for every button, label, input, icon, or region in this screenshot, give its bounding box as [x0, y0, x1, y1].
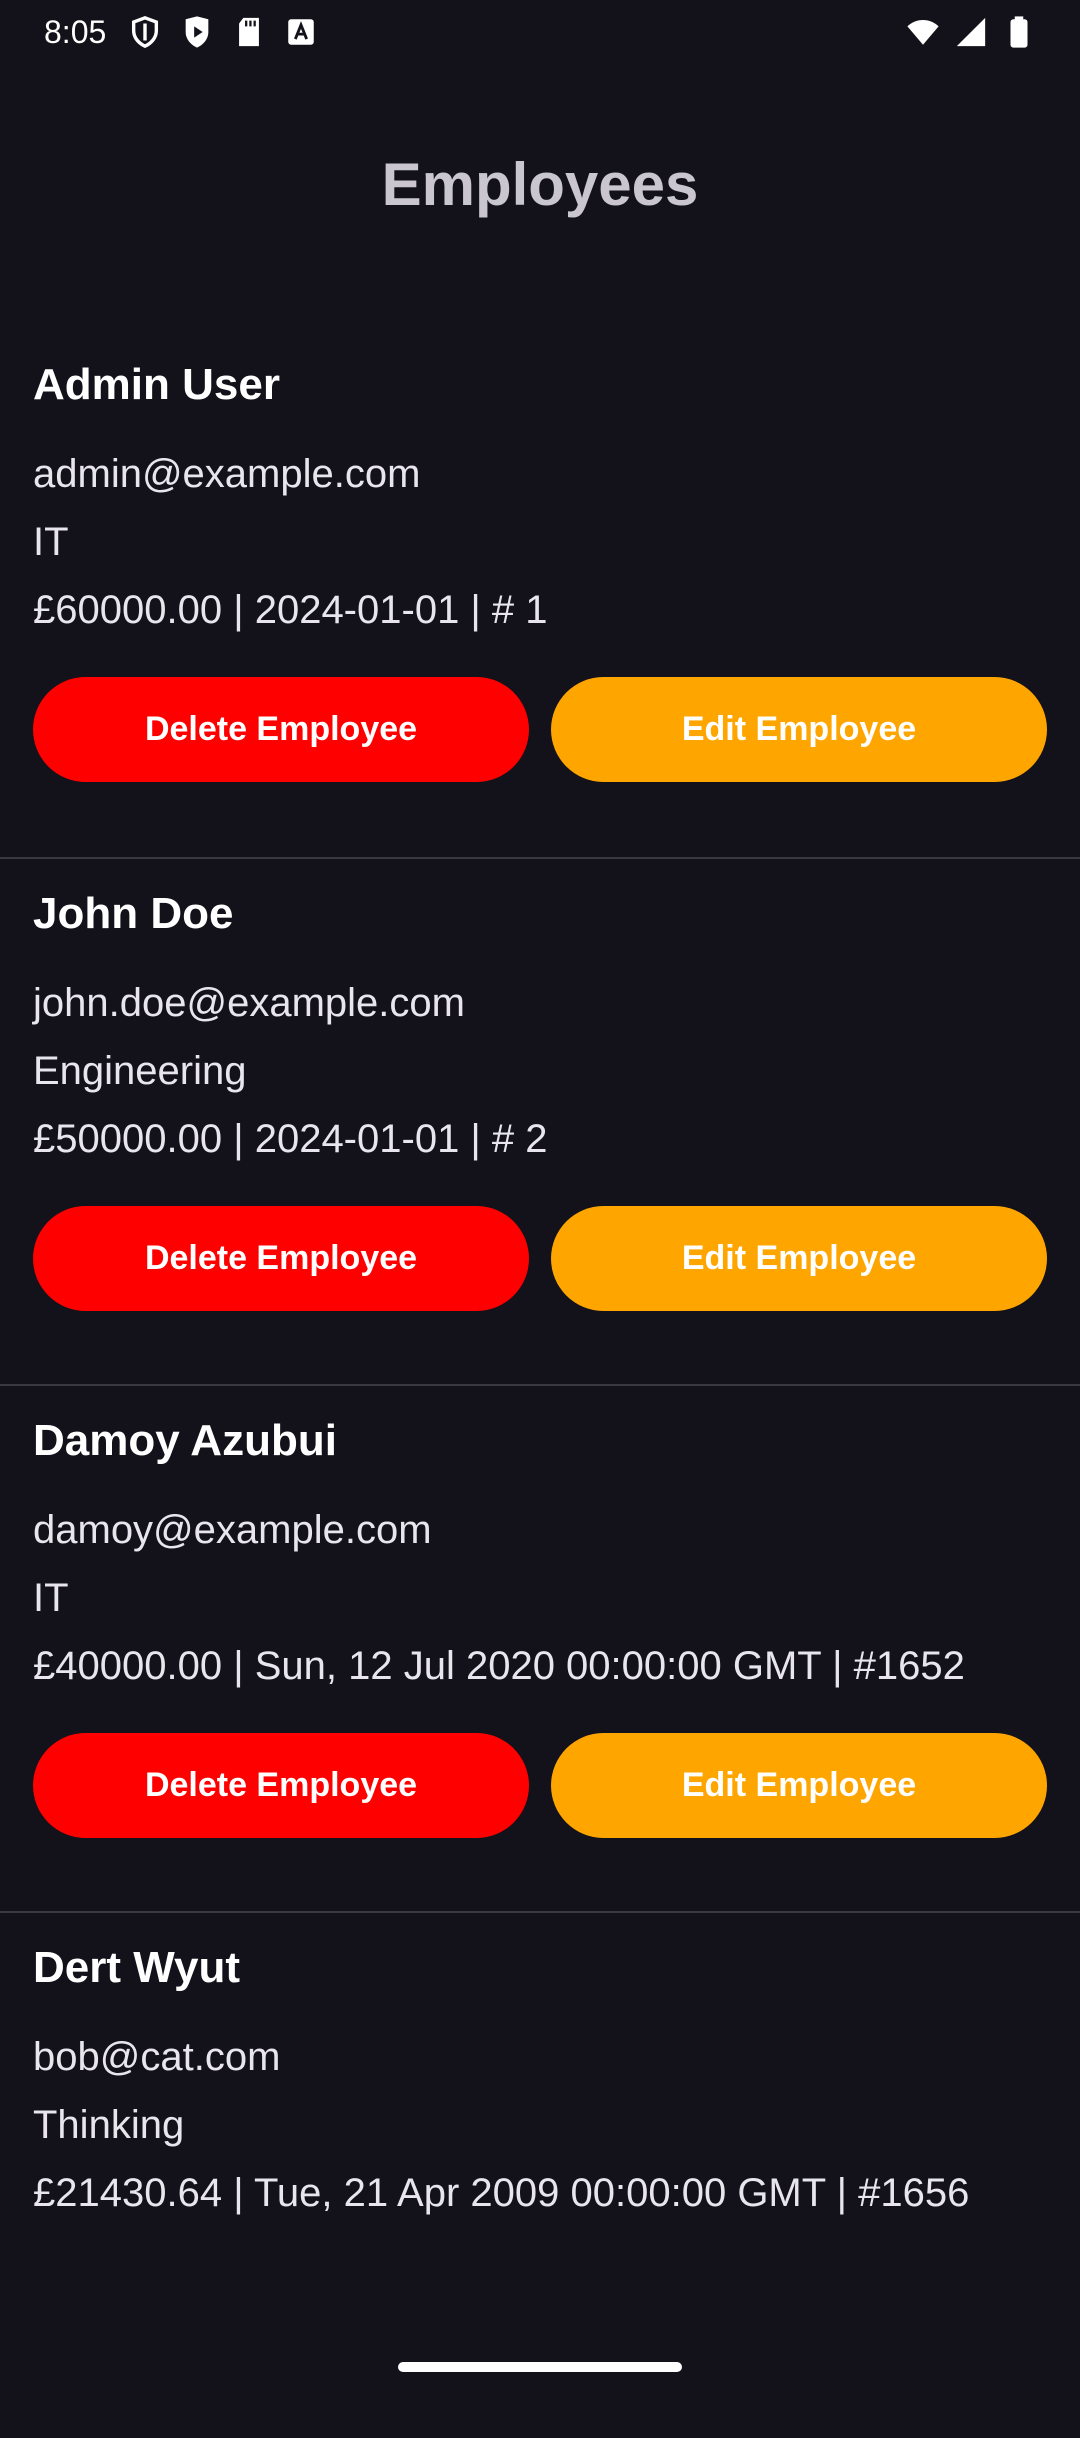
employee-email: damoy@example.com: [33, 1508, 432, 1552]
shield-icon: [128, 15, 162, 49]
status-bar: 8:05: [0, 0, 1080, 64]
employee-email: bob@cat.com: [33, 2035, 281, 2079]
employee-email: admin@example.com: [33, 452, 421, 496]
keyboard-a-icon: [284, 15, 318, 49]
employee-department: IT: [33, 520, 69, 564]
employee-list: Admin User admin@example.com IT £60000.0…: [0, 330, 1080, 2438]
employee-meta: £50000.00 | 2024-01-01 | # 2: [33, 1117, 548, 1161]
employee-department: Engineering: [33, 1049, 247, 1093]
page-title: Employees: [381, 151, 699, 218]
battery-icon: [1002, 15, 1036, 49]
employee-actions: Delete Employee Edit Employee: [33, 677, 1047, 782]
sd-card-icon: [232, 15, 266, 49]
employee-name: Dert Wyut: [33, 1943, 240, 1992]
employee-name: Damoy Azubui: [33, 1416, 337, 1465]
employee-card: John Doe john.doe@example.com Engineerin…: [0, 857, 1080, 1384]
employee-name: John Doe: [33, 889, 234, 938]
delete-employee-button[interactable]: Delete Employee: [33, 1733, 529, 1838]
cell-signal-icon: [954, 15, 988, 49]
employee-card: Damoy Azubui damoy@example.com IT £40000…: [0, 1384, 1080, 1911]
status-time: 8:05: [44, 13, 107, 50]
employee-actions: Delete Employee Edit Employee: [33, 1206, 1047, 1311]
employee-meta: £40000.00 | Sun, 12 Jul 2020 00:00:00 GM…: [33, 1644, 965, 1688]
delete-employee-button[interactable]: Delete Employee: [33, 1206, 529, 1311]
employee-name: Admin User: [33, 360, 280, 409]
employee-meta: £60000.00 | 2024-01-01 | # 1: [33, 588, 548, 632]
employee-department: IT: [33, 1576, 69, 1620]
edit-employee-button[interactable]: Edit Employee: [551, 1206, 1047, 1311]
employee-card: Admin User admin@example.com IT £60000.0…: [0, 330, 1080, 857]
delete-employee-button[interactable]: Delete Employee: [33, 677, 529, 782]
edit-employee-button[interactable]: Edit Employee: [551, 1733, 1047, 1838]
employee-card: Dert Wyut bob@cat.com Thinking £21430.64…: [0, 1911, 1080, 2438]
play-store-icon: [180, 15, 214, 49]
edit-employee-button[interactable]: Edit Employee: [551, 677, 1047, 782]
employee-actions: Delete Employee Edit Employee: [33, 1733, 1047, 1838]
wifi-icon: [906, 15, 940, 49]
status-right: [906, 15, 1036, 49]
employee-email: john.doe@example.com: [33, 981, 465, 1025]
employee-department: Thinking: [33, 2103, 185, 2147]
employee-meta: £21430.64 | Tue, 21 Apr 2009 00:00:00 GM…: [33, 2171, 970, 2215]
status-left: 8:05: [44, 14, 318, 51]
home-indicator[interactable]: [398, 2362, 682, 2372]
